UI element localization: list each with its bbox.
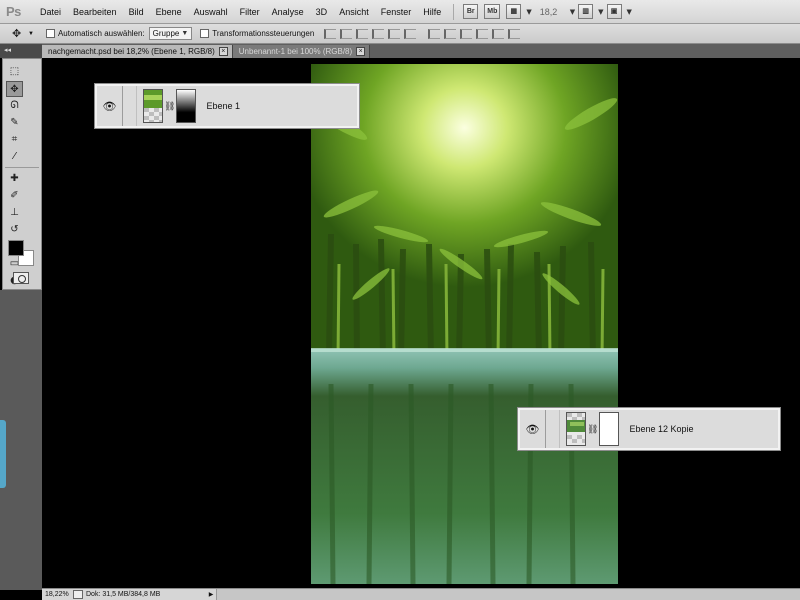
chevron-down-icon[interactable]: ▼: [570, 8, 575, 16]
menu-fenster[interactable]: Fenster: [375, 0, 418, 24]
bridge-button[interactable]: Br: [463, 4, 479, 19]
distribute-right-icon[interactable]: [508, 28, 521, 39]
layer-visibility-toggle[interactable]: 👁: [520, 410, 546, 448]
menu-3d[interactable]: 3D: [310, 0, 334, 24]
auto-select-checkbox[interactable]: [45, 29, 55, 38]
bamboo-forest-image: [311, 64, 618, 584]
status-info-icon[interactable]: [73, 590, 83, 599]
layer-mask-thumbnail[interactable]: [599, 412, 620, 446]
screen-mode-button[interactable]: ▣: [606, 4, 622, 19]
layer-name[interactable]: Ebene 1: [206, 101, 240, 111]
menu-divider: [453, 3, 455, 20]
document-image[interactable]: [311, 64, 618, 584]
status-menu-arrow-icon[interactable]: ▶: [206, 591, 216, 598]
distribute-hcenter-icon[interactable]: [492, 28, 505, 39]
brush-tool-icon[interactable]: ✐: [6, 188, 23, 204]
zoom-level-field[interactable]: 18,2: [540, 7, 568, 17]
menu-bild[interactable]: Bild: [123, 0, 150, 24]
status-bar: 18,22% Dok: 31,5 MB/384,8 MB ▶: [42, 588, 800, 600]
status-zoom-field[interactable]: 18,22%: [42, 591, 70, 598]
menu-hilfe[interactable]: Hilfe: [417, 0, 447, 24]
document-size-info: Dok: 31,5 MB/384,8 MB: [86, 591, 161, 598]
layer-name[interactable]: Ebene 12 Kopie: [629, 424, 693, 434]
align-right-icon[interactable]: [404, 28, 417, 39]
align-top-icon[interactable]: [324, 28, 337, 39]
distribute-top-icon[interactable]: [428, 28, 441, 39]
healing-brush-tool-icon[interactable]: ✚: [6, 171, 23, 187]
auto-select-value: Gruppe: [152, 29, 180, 38]
chain-link-icon[interactable]: ⛓: [164, 101, 175, 112]
distribute-left-icon[interactable]: [476, 28, 489, 39]
tools-panel-background: [0, 290, 42, 590]
history-brush-tool-icon[interactable]: ↺: [6, 222, 23, 238]
menu-datei[interactable]: Datei: [34, 0, 67, 24]
menu-filter[interactable]: Filter: [234, 0, 266, 24]
crop-tool-icon[interactable]: ⌗: [6, 132, 23, 148]
move-tool-icon[interactable]: ✥: [12, 27, 28, 40]
lasso-tool-icon[interactable]: ᘏ: [6, 98, 23, 114]
horizontal-scrollbar[interactable]: [216, 589, 800, 600]
arrange-documents-button[interactable]: ▥: [578, 4, 594, 19]
menu-bar: Ps Datei Bearbeiten Bild Ebene Auswahl F…: [0, 0, 800, 24]
layer-thumbnail[interactable]: [143, 89, 163, 123]
chevron-down-icon[interactable]: ▼: [627, 8, 632, 16]
menu-bearbeiten[interactable]: Bearbeiten: [67, 0, 123, 24]
close-icon[interactable]: ×: [356, 47, 366, 56]
document-tab-bar: nachgemacht.psd bei 18,2% (Ebene 1, RGB/…: [42, 44, 800, 58]
auto-select-label: Automatisch auswählen:: [57, 29, 145, 38]
layer-visibility-toggle[interactable]: 👁: [97, 86, 123, 126]
align-hcenter-icon[interactable]: [388, 28, 401, 39]
chevron-down-icon[interactable]: ▼: [526, 8, 531, 16]
app-logo: Ps: [6, 3, 21, 19]
chevron-down-icon: ▼: [181, 30, 189, 37]
auto-select-dropdown[interactable]: Gruppe ▼: [148, 27, 193, 40]
eye-icon: 👁: [102, 100, 117, 113]
eyedropper-tool-icon[interactable]: ⁄: [6, 149, 23, 165]
bamboo-thumbnail-image: [144, 90, 162, 122]
distribute-vcenter-icon[interactable]: [444, 28, 457, 39]
tools-panel-header[interactable]: ◂◂: [0, 44, 42, 58]
menu-ebene[interactable]: Ebene: [150, 0, 188, 24]
quick-mask-button[interactable]: [13, 272, 29, 284]
document-tab-label: nachgemacht.psd bei 18,2% (Ebene 1, RGB/…: [48, 47, 215, 56]
options-bar: ✥ ▼ Automatisch auswählen: Gruppe ▼ Tran…: [0, 24, 800, 44]
align-vcenter-icon[interactable]: [340, 28, 353, 39]
move-tool-icon[interactable]: ✥: [6, 81, 23, 97]
bamboo-thumbnail-image: [567, 413, 585, 445]
mini-bridge-button[interactable]: Mb: [484, 4, 501, 19]
view-extras-button[interactable]: ▦: [506, 4, 522, 19]
chain-link-icon[interactable]: ⛓: [587, 424, 598, 435]
layer-thumbnail[interactable]: [566, 412, 586, 446]
document-tab-active[interactable]: nachgemacht.psd bei 18,2% (Ebene 1, RGB/…: [42, 45, 233, 58]
menu-auswahl[interactable]: Auswahl: [188, 0, 234, 24]
chevron-down-icon[interactable]: ▼: [598, 8, 603, 16]
menu-ansicht[interactable]: Ansicht: [333, 0, 375, 24]
transform-controls-checkbox[interactable]: [200, 29, 210, 38]
quick-selection-tool-icon[interactable]: ✎: [6, 115, 23, 131]
marquee-tool-icon[interactable]: ⬚: [6, 64, 23, 80]
distribute-bottom-icon[interactable]: [460, 28, 473, 39]
document-tab-label: Unbenannt-1 bei 100% (RGB/8): [238, 47, 353, 56]
menu-analyse[interactable]: Analyse: [266, 0, 310, 24]
clone-stamp-tool-icon[interactable]: ⊥: [6, 205, 23, 221]
layer-mask-thumbnail[interactable]: [176, 89, 197, 123]
align-left-icon[interactable]: [372, 28, 385, 39]
chevron-down-icon[interactable]: ▼: [28, 31, 34, 37]
foreground-color-swatch[interactable]: [8, 240, 24, 256]
align-bottom-icon[interactable]: [356, 28, 369, 39]
transform-controls-label: Transformationssteuerungen: [212, 29, 315, 38]
eye-icon: 👁: [525, 423, 540, 436]
layer-row[interactable]: 👁 ⛓ Ebene 12 Kopie: [517, 407, 781, 451]
close-icon[interactable]: ×: [218, 47, 228, 56]
layer-row[interactable]: 👁 ⛓ Ebene 1: [94, 83, 360, 129]
document-tab-inactive[interactable]: Unbenannt-1 bei 100% (RGB/8) ×: [232, 45, 371, 58]
collapsed-panel-tab[interactable]: [0, 420, 6, 488]
